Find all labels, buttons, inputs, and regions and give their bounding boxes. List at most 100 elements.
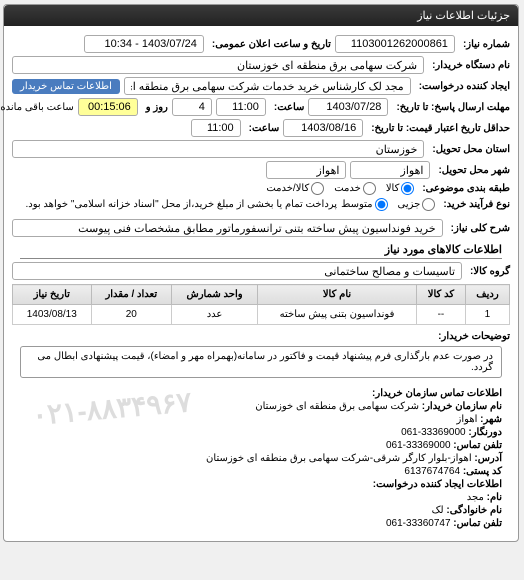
row-need-no: شماره نیاز: تاریخ و ساعت اعلان عمومی: bbox=[13, 35, 511, 53]
radio-service-label: خدمت bbox=[335, 183, 362, 194]
validity-label: حداقل تاریخ اعتبار قیمت: تا تاریخ: bbox=[368, 123, 511, 134]
goods-group-input[interactable] bbox=[13, 262, 463, 280]
row-buyer-org: نام دستگاه خریدار: bbox=[13, 56, 511, 74]
row-goods-group: گروه کالا: bbox=[13, 262, 511, 280]
radio-service[interactable]: خدمت bbox=[335, 182, 377, 195]
contact-postal-label: کد پستی: bbox=[464, 466, 503, 477]
th-date: تاریخ نیاز bbox=[14, 285, 93, 305]
contact-fax-line: تلفن تماس: 33369000-061 bbox=[21, 440, 503, 451]
th-qty: تعداد / مقدار bbox=[92, 285, 173, 305]
goods-section-title: اطلاعات کالاهای مورد نیاز bbox=[21, 243, 503, 259]
contact-title: اطلاعات تماس سازمان خریدار: bbox=[21, 388, 503, 399]
row-explain: توضیحات خریدار: bbox=[13, 331, 511, 342]
contact-address: اهواز-بلوار کارگر شرقی-شرکت سهامی برق من… bbox=[207, 453, 473, 464]
delivery-state-label: استان محل تحویل: bbox=[429, 144, 511, 155]
contact-org-label: نام سازمان خریدار: bbox=[423, 401, 503, 412]
cell-code: -- bbox=[417, 305, 466, 325]
radio-medium-input[interactable] bbox=[376, 198, 389, 211]
remain-suffix: ساعت باقی مانده bbox=[0, 102, 75, 113]
contact-fax-label: تلفن تماس: bbox=[454, 440, 503, 451]
row-delivery-state: استان محل تحویل: bbox=[13, 140, 511, 158]
buyer-org-input[interactable] bbox=[13, 56, 425, 74]
process-note: پرداخت تمام یا بخشی از مبلغ خرید،از محل … bbox=[13, 199, 338, 210]
creator-family-label: نام خانوادگی: bbox=[447, 505, 503, 516]
row-deadline: مهلت ارسال پاسخ: تا تاریخ: ساعت: روز و س… bbox=[13, 98, 511, 116]
radio-service-input[interactable] bbox=[364, 182, 377, 195]
explain-label: توضیحات خریدار: bbox=[435, 331, 511, 342]
radio-partial-input[interactable] bbox=[423, 198, 436, 211]
delivery-city1[interactable] bbox=[351, 161, 431, 179]
need-no-input[interactable] bbox=[336, 35, 456, 53]
validity-time[interactable] bbox=[192, 119, 242, 137]
main-desc-label: شرح کلی نیاز: bbox=[448, 223, 511, 234]
creator-name: مجد bbox=[468, 492, 485, 503]
radio-gs-input[interactable] bbox=[312, 182, 325, 195]
days-left[interactable] bbox=[173, 98, 213, 116]
cell-date: 1403/08/13 bbox=[14, 305, 93, 325]
radio-partial[interactable]: جزیی bbox=[399, 198, 437, 211]
contact-postal: 6137674764 bbox=[405, 466, 461, 477]
contact-section: ۰۲۱-۸۸۳۴۹۶۷ اطلاعات تماس سازمان خریدار: … bbox=[13, 382, 511, 535]
radio-partial-label: جزیی bbox=[399, 199, 422, 210]
contact-phone: 33369000-061 bbox=[402, 427, 467, 438]
panel-title: جزئیات اطلاعات نیاز bbox=[5, 5, 519, 26]
delivery-city-label: شهر محل تحویل: bbox=[435, 165, 511, 176]
need-no-label: شماره نیاز: bbox=[460, 39, 511, 50]
validity-date[interactable] bbox=[284, 119, 364, 137]
delivery-state[interactable] bbox=[13, 140, 425, 158]
table-row[interactable]: 1 -- فونداسیون بتنی پیش ساخته عدد 20 140… bbox=[14, 305, 511, 325]
process-radio-group: جزیی متوسط bbox=[342, 198, 436, 211]
cell-qty: 20 bbox=[92, 305, 173, 325]
contact-fax: 33369000-061 bbox=[387, 440, 452, 451]
creator-phone-label: تلفن تماس: bbox=[454, 518, 503, 529]
radio-goods[interactable]: کالا bbox=[387, 182, 416, 195]
th-unit: واحد شمارش bbox=[173, 285, 259, 305]
creator-family-line: نام خانوادگی: لک bbox=[21, 505, 503, 516]
radio-medium[interactable]: متوسط bbox=[342, 198, 388, 211]
contact-phone-label: دورنگار: bbox=[469, 427, 503, 438]
panel-body: شماره نیاز: تاریخ و ساعت اعلان عمومی: نا… bbox=[5, 26, 519, 541]
radio-gs-label: کالا/خدمت bbox=[267, 183, 310, 194]
time-label-1: ساعت: bbox=[271, 102, 306, 113]
creator-name-label: نام: bbox=[488, 492, 503, 503]
details-panel: جزئیات اطلاعات نیاز شماره نیاز: تاریخ و … bbox=[4, 4, 520, 542]
explain-text: در صورت عدم بارگذاری فرم پیشنهاد قیمت و … bbox=[21, 346, 503, 378]
row-creator: ایجاد کننده درخواست: اطلاعات تماس خریدار bbox=[13, 77, 511, 95]
remain-time[interactable] bbox=[79, 98, 139, 116]
main-desc-input[interactable] bbox=[13, 219, 444, 237]
buyer-contact-link[interactable]: اطلاعات تماس خریدار bbox=[13, 79, 121, 94]
announce-input[interactable] bbox=[85, 35, 205, 53]
delivery-city2[interactable] bbox=[267, 161, 347, 179]
contact-phone-line: دورنگار: 33369000-061 bbox=[21, 427, 503, 438]
creator-label: ایجاد کننده درخواست: bbox=[416, 81, 511, 92]
creator-family: لک bbox=[433, 505, 445, 516]
creator-name-line: نام: مجد bbox=[21, 492, 503, 503]
contact-address-label: آدرس: bbox=[475, 453, 503, 464]
contact-postal-line: کد پستی: 6137674764 bbox=[21, 466, 503, 477]
contact-city-line: شهر: اهواز bbox=[21, 414, 503, 425]
contact-address-line: آدرس: اهواز-بلوار کارگر شرقی-شرکت سهامی … bbox=[21, 453, 503, 464]
cell-row: 1 bbox=[466, 305, 510, 325]
contact-org-line: نام سازمان خریدار: شرکت سهامی برق منطقه … bbox=[21, 401, 503, 412]
subject-radio-group: کالا خدمت کالا/خدمت bbox=[267, 182, 415, 195]
goods-table: ردیف کد کالا نام کالا واحد شمارش تعداد /… bbox=[13, 284, 511, 325]
deadline-time[interactable] bbox=[217, 98, 267, 116]
row-subject-class: طبقه بندی موضوعی: کالا خدمت کالا/خدمت bbox=[13, 182, 511, 195]
th-name: نام کالا bbox=[259, 285, 418, 305]
creator-input[interactable] bbox=[125, 77, 412, 95]
radio-goods-input[interactable] bbox=[402, 182, 415, 195]
time-label-2: ساعت: bbox=[246, 123, 281, 134]
row-process: نوع فرآیند خرید: جزیی متوسط پرداخت تمام … bbox=[13, 198, 511, 211]
th-row: ردیف bbox=[466, 285, 510, 305]
creator-phone: 33360747-061 bbox=[387, 518, 452, 529]
radio-goods-service[interactable]: کالا/خدمت bbox=[267, 182, 325, 195]
th-code: کد کالا bbox=[417, 285, 466, 305]
creator-section-title: اطلاعات ایجاد کننده درخواست: bbox=[21, 479, 503, 490]
row-main-desc: شرح کلی نیاز: bbox=[13, 219, 511, 237]
row-validity: حداقل تاریخ اعتبار قیمت: تا تاریخ: ساعت: bbox=[13, 119, 511, 137]
subject-class-label: طبقه بندی موضوعی: bbox=[419, 183, 511, 194]
deadline-label: مهلت ارسال پاسخ: تا تاریخ: bbox=[393, 102, 511, 113]
deadline-date[interactable] bbox=[309, 98, 389, 116]
contact-org: شرکت سهامی برق منطقه ای خوزستان bbox=[256, 401, 420, 412]
contact-city-label: شهر: bbox=[481, 414, 503, 425]
